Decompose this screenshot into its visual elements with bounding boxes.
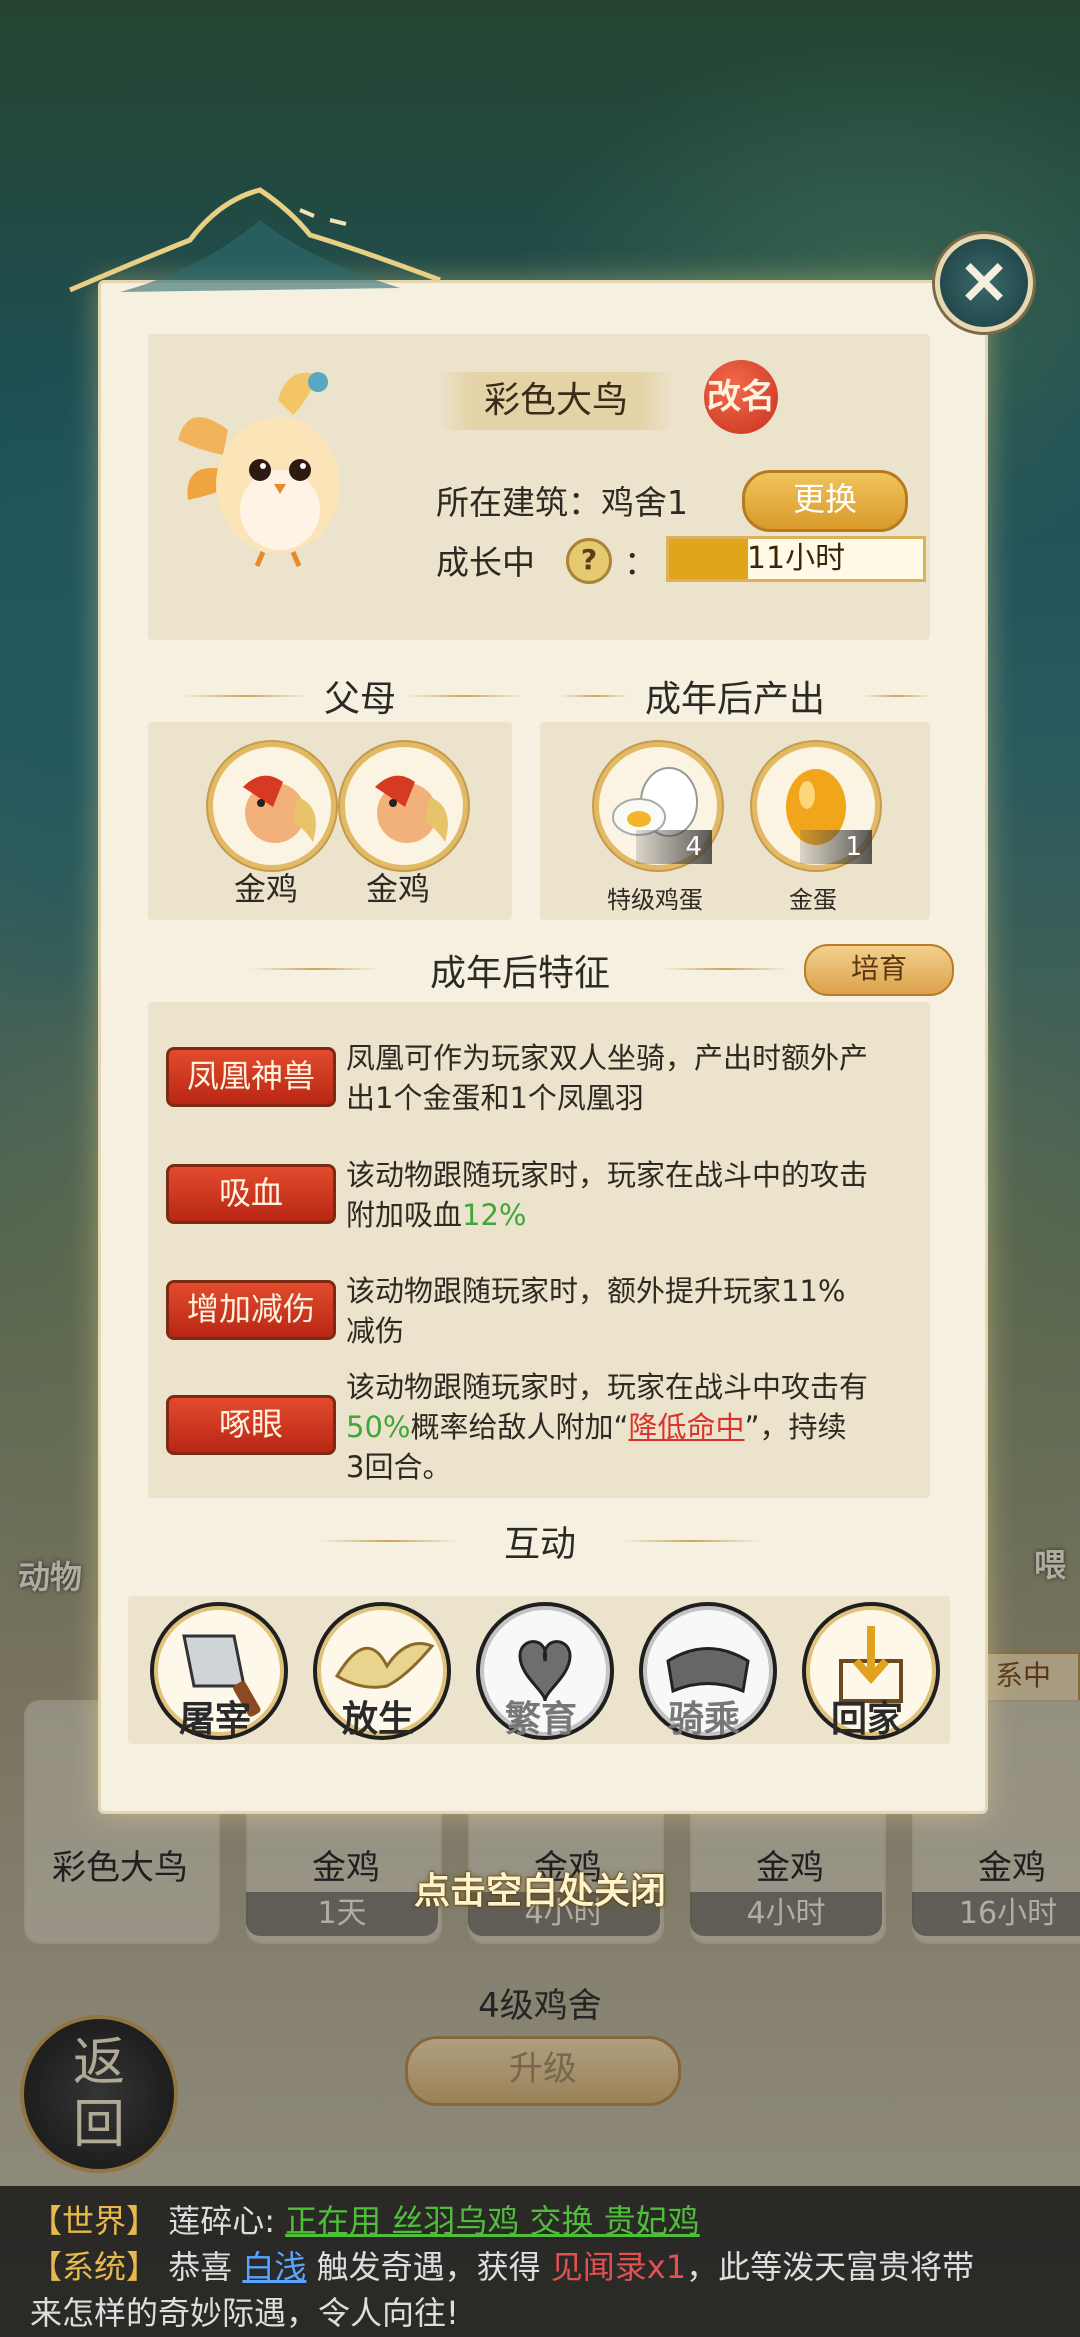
breed-button[interactable]: 培育 (804, 944, 954, 996)
release-label: 放生 (341, 1698, 414, 1740)
trait-value: 50% (346, 1410, 411, 1444)
breed-label: 繁育 (504, 1698, 577, 1740)
trait-tag[interactable]: 凤凰神兽 (166, 1047, 336, 1107)
divider (405, 695, 525, 697)
trait-description: 该动物跟随玩家时，玩家在战斗中攻击有 50%概率给敌人附加“降低命中”，持续 3… (346, 1367, 936, 1487)
chat-line: 【世界】 莲碎心: 正在用 丝羽乌鸡 交换 贵妃鸡 (30, 2196, 700, 2242)
trait-value: 12% (462, 1198, 527, 1232)
go-home-label: 回家 (830, 1698, 903, 1740)
growth-progress-bar: 11小时 (666, 536, 926, 582)
golden-rooster-icon[interactable] (208, 742, 336, 870)
growth-time: 11小时 (746, 541, 846, 576)
output-name: 特级鸡蛋 (607, 886, 703, 914)
trait-line: 50%概率给敌人附加“降低命中”，持续 (346, 1407, 936, 1447)
divider (620, 1540, 760, 1542)
output-name: 金蛋 (789, 886, 837, 914)
trait-text: 概率给敌人附加“ (410, 1410, 629, 1444)
trait-text: ”，持续 (744, 1410, 847, 1444)
interact-title: 互动 (503, 1524, 576, 1565)
trait-tag[interactable]: 啄眼 (166, 1395, 336, 1455)
trait-description: 该动物跟随玩家时，额外提升玩家11% 减伤 (346, 1271, 936, 1351)
chat-user-link[interactable]: 白浅 (242, 2248, 306, 2286)
trait-line: 该动物跟随玩家时，额外提升玩家11% (346, 1274, 846, 1308)
chat-channel-tag: 【系统】 (30, 2248, 159, 2286)
close-button[interactable]: × (935, 234, 1033, 332)
trait-line: 该动物跟随玩家时，玩家在战斗中攻击有 (346, 1370, 869, 1404)
chat-channel-tag: 【世界】 (30, 2202, 159, 2240)
parent-name: 金鸡 (233, 870, 298, 908)
chat-bar[interactable]: 【世界】 莲碎心: 正在用 丝羽乌鸡 交换 贵妃鸡 【系统】 恭喜 白浅 触发奇… (0, 2186, 1080, 2337)
trait-line: 减伤 (346, 1314, 405, 1348)
chat-text: ，此等泼天富贵将带 (686, 2248, 975, 2286)
help-icon[interactable]: ? (566, 538, 612, 584)
trait-line: 3回合。 (346, 1450, 452, 1484)
trait-line: 该动物跟随玩家时，玩家在战斗中的攻击 (346, 1158, 869, 1192)
divider (250, 968, 380, 970)
trait-line: 出1个金蛋和1个凤凰羽 (346, 1081, 644, 1115)
chat-text: 恭喜 (168, 2248, 233, 2286)
slaughter-label: 屠宰 (178, 1698, 251, 1740)
chat-user: 莲碎心: (168, 2202, 275, 2240)
trait-tag[interactable]: 增加减伤 (166, 1280, 336, 1340)
debuff-link[interactable]: 降低命中 (629, 1410, 745, 1444)
traits-title: 成年后特征 (429, 953, 610, 994)
parent-name: 金鸡 (365, 870, 430, 908)
chat-message-link[interactable]: 正在用 丝羽乌鸡 交换 贵妃鸡 (285, 2202, 700, 2240)
divider (660, 968, 790, 970)
trait-description: 凤凰可作为玩家双人坐骑，产出时额外产 出1个金蛋和1个凤凰羽 (346, 1038, 936, 1118)
close-hint: 点击空白处关闭 (413, 1870, 666, 1912)
chat-text: 触发奇遇，获得 (316, 2248, 541, 2286)
trait-text: 附加吸血 (346, 1198, 463, 1232)
building-label: 所在建筑：鸡舍1 (436, 483, 688, 522)
phoenix-chick-icon (178, 372, 340, 567)
mountain-decoration (69, 187, 441, 293)
item-count: 1 (800, 830, 872, 864)
swap-building-button[interactable]: 更换 (742, 470, 908, 532)
growth-colon: ： (624, 543, 657, 582)
chat-item-link[interactable]: 见闻录x1 (551, 2248, 686, 2286)
growth-status: 成长中 (436, 543, 535, 582)
trait-line: 附加吸血12% (346, 1195, 936, 1235)
rename-button[interactable]: 改名 (704, 360, 778, 434)
divider (862, 695, 932, 697)
ride-label: 骑乘 (667, 1698, 740, 1740)
golden-rooster-icon[interactable] (340, 742, 468, 870)
divider (320, 1540, 460, 1542)
trait-description: 该动物跟随玩家时，玩家在战斗中的攻击 附加吸血12% (346, 1155, 936, 1235)
trait-line: 凤凰可作为玩家双人坐骑，产出时额外产 (346, 1041, 869, 1075)
chat-line: 【系统】 恭喜 白浅 触发奇遇，获得 见闻录x1，此等泼天富贵将带 (30, 2242, 974, 2288)
pet-name: 彩色大鸟 (438, 372, 674, 430)
trait-tag[interactable]: 吸血 (166, 1164, 336, 1224)
item-count: 4 (636, 830, 712, 864)
chat-line: 来怎样的奇妙际遇，令人向往! (30, 2294, 459, 2332)
output-title: 成年后产出 (644, 679, 825, 720)
